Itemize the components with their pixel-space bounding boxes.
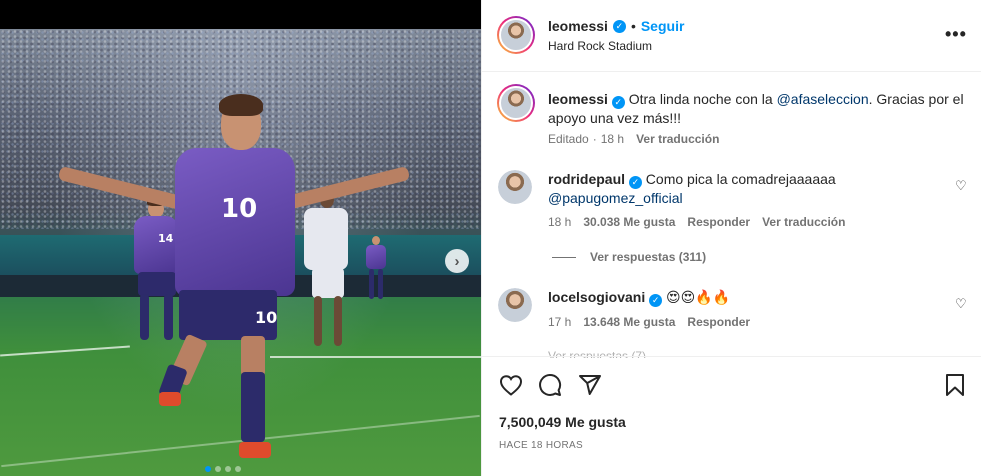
comment-like-heart-icon[interactable]: ♡: [955, 296, 967, 312]
comment-avatar[interactable]: [498, 170, 532, 204]
comment-avatar[interactable]: [498, 288, 532, 322]
caption-time[interactable]: 18 h: [601, 132, 624, 146]
comment-username[interactable]: locelsogiovani: [548, 289, 645, 305]
media-top-bar: [0, 0, 481, 29]
shorts-number: 10: [255, 308, 278, 327]
comment-text: Como pica la comadrejaaaaaa: [645, 171, 836, 187]
comment-reply-button[interactable]: Responder: [687, 315, 750, 329]
caption-edited: Editado: [548, 132, 589, 146]
post-timestamp: HACE 18 HORAS: [499, 440, 583, 451]
heart-icon[interactable]: [498, 372, 524, 398]
view-replies-button[interactable]: Ver respuestas (311): [552, 250, 706, 264]
carousel-dot: [215, 466, 221, 472]
comment-likes[interactable]: 13.648 Me gusta: [583, 315, 675, 329]
view-replies-label: Ver respuestas (311): [590, 250, 707, 264]
comment-mention[interactable]: @papugomez_official: [548, 190, 683, 206]
post-location[interactable]: Hard Rock Stadium: [548, 39, 652, 53]
action-bar: 7,500,049 Me gusta HACE 18 HORAS: [482, 356, 981, 476]
comment-time[interactable]: 18 h: [548, 215, 571, 229]
author-username[interactable]: leomessi: [548, 18, 608, 34]
more-options-icon[interactable]: •••: [945, 24, 967, 45]
bookmark-icon[interactable]: [942, 372, 968, 398]
verified-badge-icon: ✓: [611, 96, 625, 109]
next-arrow-icon: ›: [454, 252, 460, 270]
next-image-button[interactable]: ›: [445, 249, 469, 273]
caption-text-before: Otra linda noche con la: [628, 91, 777, 107]
comment-likes[interactable]: 30.038 Me gusta: [583, 215, 675, 229]
carousel-dot: [235, 466, 241, 472]
comment-text: 😍😍🔥🔥: [666, 289, 731, 305]
carousel-dots: [205, 466, 241, 472]
comment-translate-link[interactable]: Ver traducción: [762, 215, 845, 229]
caption-username[interactable]: leomessi: [548, 91, 608, 107]
comment-icon[interactable]: [537, 372, 563, 398]
post-media[interactable]: 14 10 10 ›: [0, 0, 481, 476]
comment-username[interactable]: rodridepaul: [548, 171, 625, 187]
comment-like-heart-icon[interactable]: ♡: [955, 178, 967, 194]
caption-separator: ·: [592, 132, 597, 146]
verified-badge-icon: ✓: [649, 294, 663, 307]
caption-mention[interactable]: @afaseleccion: [777, 91, 869, 107]
verified-badge-icon: ✓: [628, 176, 642, 189]
comment-item: rodridepaul ✓ Como pica la comadrejaaaaa…: [548, 170, 918, 208]
post-header: leomessi ✓ • Seguir Hard Rock Stadium ••…: [482, 0, 981, 72]
carousel-dot: [205, 466, 211, 472]
main-player: 10 10: [55, 90, 415, 476]
caption-meta: Editado · 18 h Ver traducción: [548, 132, 719, 146]
author-avatar[interactable]: [497, 16, 535, 54]
verified-badge-icon: ✓: [612, 19, 626, 33]
caption-translate-link[interactable]: Ver traducción: [636, 132, 719, 146]
carousel-dot: [225, 466, 231, 472]
caption-avatar[interactable]: [497, 84, 535, 122]
comment-time[interactable]: 17 h: [548, 315, 571, 329]
share-icon[interactable]: [577, 372, 603, 398]
replies-line: [552, 256, 576, 258]
comment-meta: 17 h 13.648 Me gusta Responder: [548, 315, 750, 329]
post-caption: leomessi ✓ Otra linda noche con la @afas…: [548, 90, 968, 128]
comment-reply-button[interactable]: Responder: [687, 215, 750, 229]
likes-count[interactable]: 7,500,049 Me gusta: [499, 414, 626, 430]
follow-button[interactable]: Seguir: [641, 18, 685, 34]
header-separator: •: [630, 18, 636, 34]
post-panel: leomessi ✓ • Seguir Hard Rock Stadium ••…: [481, 0, 981, 476]
comment-item: locelsogiovani ✓ 😍😍🔥🔥: [548, 288, 918, 307]
comment-meta: 18 h 30.038 Me gusta Responder Ver tradu…: [548, 215, 845, 229]
jersey-number: 10: [221, 194, 258, 224]
